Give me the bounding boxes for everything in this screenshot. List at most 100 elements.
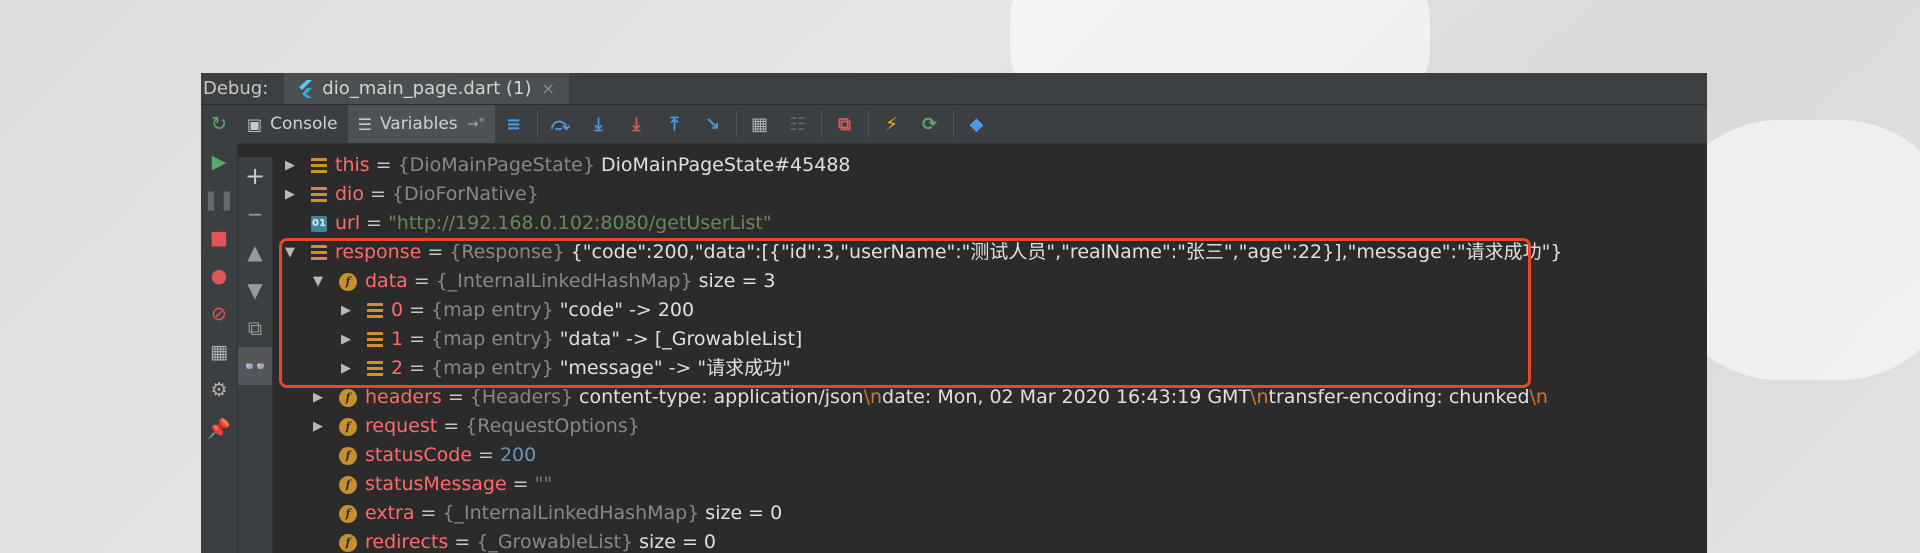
- expand-arrow-icon[interactable]: ▶: [339, 296, 353, 325]
- pin-tab-icon[interactable]: →": [468, 117, 485, 132]
- tree-row[interactable]: f extra = {_InternalLinkedHashMap} size …: [339, 499, 782, 528]
- var-value: DioMainPageState#45488: [600, 154, 851, 176]
- variables-icon: ☰: [357, 114, 372, 134]
- expand-arrow-icon[interactable]: ▶: [311, 383, 325, 412]
- var-name: headers: [365, 386, 442, 408]
- flutter-icon: [298, 79, 314, 98]
- file-tab[interactable]: dio_main_page.dart (1) ×: [284, 73, 569, 104]
- field-icon: f: [339, 533, 357, 552]
- hot-reload-icon[interactable]: ⚡: [873, 105, 911, 143]
- mute-breakpoints-icon[interactable]: ⊘: [201, 295, 237, 333]
- move-up-icon[interactable]: ▲: [238, 233, 272, 271]
- left-action-strip: ↻ ▶ ❚❚ ■ ● ⊘ ▦ ⚙ 📌: [201, 105, 238, 553]
- evaluate-expression-icon[interactable]: ▦: [741, 105, 779, 143]
- tree-row[interactable]: ▶ f headers = {Headers} content-type: ap…: [311, 383, 1548, 412]
- tab-console[interactable]: ▣ Console: [237, 105, 348, 143]
- tree-row[interactable]: ▶ this = {DioMainPageState} DioMainPageS…: [283, 151, 851, 180]
- show-execution-point-icon[interactable]: ≡: [495, 105, 533, 143]
- equals: =: [478, 444, 494, 466]
- rerun-icon[interactable]: ↻: [201, 105, 237, 143]
- equals: =: [420, 502, 437, 524]
- var-string-value: "": [534, 473, 553, 495]
- escape-sequence: \n: [1250, 386, 1269, 408]
- map-entry-icon: [367, 360, 383, 377]
- var-name: 1: [391, 328, 404, 350]
- var-name: 0: [391, 299, 404, 321]
- hot-restart-icon[interactable]: ⟳: [911, 105, 949, 143]
- tree-row[interactable]: ▶ dio = {DioForNative}: [283, 180, 545, 209]
- tree-row[interactable]: f redirects = {_GrowableList} size = 0: [339, 528, 716, 553]
- tree-row[interactable]: 01 url = "http://192.168.0.102:8080/getU…: [311, 209, 772, 238]
- var-name: data: [365, 270, 408, 292]
- escape-sequence: \n: [1529, 386, 1548, 408]
- debug-label: Debug:: [203, 78, 269, 99]
- collapse-arrow-icon[interactable]: ▼: [283, 238, 297, 267]
- debug-window: Debug: dio_main_page.dart (1) × ↻ ▶ ❚❚ ■…: [201, 73, 1707, 553]
- tab-console-label: Console: [270, 114, 338, 134]
- tab-variables[interactable]: ☰ Variables →": [347, 105, 495, 143]
- var-value-part: content-type: application/json: [579, 386, 864, 408]
- var-value: size = 3: [698, 270, 776, 292]
- add-watch-icon[interactable]: +: [238, 157, 272, 195]
- equals: =: [375, 154, 392, 176]
- var-name: url: [335, 212, 361, 234]
- var-type: {_InternalLinkedHashMap}: [435, 270, 693, 292]
- force-step-into-icon[interactable]: ⤓: [618, 105, 656, 143]
- dart-devtools-icon[interactable]: ◆: [958, 105, 996, 143]
- expand-arrow-icon[interactable]: ▶: [283, 180, 297, 209]
- expand-arrow-icon[interactable]: ▶: [339, 354, 353, 383]
- trace-icon[interactable]: ☷: [779, 105, 817, 143]
- step-over-icon[interactable]: ⤼: [542, 105, 580, 143]
- settings-icon[interactable]: ⚙: [201, 371, 237, 409]
- pin-icon[interactable]: 📌: [201, 409, 237, 447]
- escape-sequence: \n: [863, 386, 883, 408]
- run-to-cursor-icon[interactable]: ↘: [694, 105, 732, 143]
- toolbar-separator: [536, 111, 538, 137]
- equals: =: [409, 357, 426, 379]
- pause-icon[interactable]: ❚❚: [201, 181, 237, 219]
- tree-row[interactable]: f statusCode = 200: [339, 441, 536, 470]
- tree-row[interactable]: ▶ 2 = {map entry} "message" -> "请求成功": [339, 354, 791, 383]
- stop-icon[interactable]: ■: [201, 219, 237, 257]
- expand-arrow-icon[interactable]: ▶: [311, 412, 325, 441]
- var-name: extra: [365, 502, 415, 524]
- var-name: redirects: [365, 531, 449, 553]
- map-entry-icon: [367, 331, 383, 348]
- var-number-value: 200: [499, 444, 537, 466]
- remove-watch-icon[interactable]: −: [238, 195, 272, 233]
- drop-frame-icon[interactable]: ⧉: [826, 105, 864, 143]
- tree-row[interactable]: ▼ f data = {_InternalLinkedHashMap} size…: [311, 267, 776, 296]
- equals: =: [443, 415, 460, 437]
- close-icon[interactable]: ×: [542, 79, 555, 98]
- var-name: response: [335, 241, 422, 263]
- tree-row[interactable]: ▶ 0 = {map entry} "code" -> 200: [339, 296, 694, 325]
- var-type: {DioForNative}: [391, 183, 539, 205]
- var-name: statusCode: [365, 444, 473, 466]
- tree-row[interactable]: ▶ 1 = {map entry} "data" -> [_GrowableLi…: [339, 325, 802, 354]
- step-into-icon[interactable]: ⤓: [580, 105, 618, 143]
- expand-arrow-icon[interactable]: ▶: [339, 325, 353, 354]
- field-icon: f: [339, 388, 357, 407]
- step-out-icon[interactable]: ⤒: [656, 105, 694, 143]
- var-name: this: [335, 154, 370, 176]
- tree-row[interactable]: ▼ response = {Response} {"code":200,"dat…: [283, 238, 1562, 267]
- var-value: "code" -> 200: [559, 299, 695, 321]
- move-down-icon[interactable]: ▼: [238, 271, 272, 309]
- equals: =: [427, 241, 444, 263]
- show-watches-icon[interactable]: 👓: [238, 347, 272, 385]
- tree-row[interactable]: f statusMessage = "": [339, 470, 552, 499]
- debug-toolbar: ▣ Console ☰ Variables →" ≡ ⤼ ⤓ ⤓ ⤒ ↘ ▦ ☷…: [237, 105, 1707, 144]
- collapse-arrow-icon[interactable]: ▼: [311, 267, 325, 296]
- resume-icon[interactable]: ▶: [201, 143, 237, 181]
- object-icon: [311, 157, 327, 174]
- var-type: {map entry}: [431, 357, 554, 379]
- expand-arrow-icon[interactable]: ▶: [283, 151, 297, 180]
- view-breakpoints-icon[interactable]: ●: [201, 257, 237, 295]
- file-tab-label: dio_main_page.dart (1): [322, 78, 532, 99]
- duplicate-watch-icon[interactable]: ⧉: [238, 309, 272, 347]
- field-icon: f: [339, 475, 357, 494]
- layout-icon[interactable]: ▦: [201, 333, 237, 371]
- tree-row[interactable]: ▶ f request = {RequestOptions}: [311, 412, 646, 441]
- var-value: size = 0: [639, 531, 717, 553]
- var-type: {DioMainPageState}: [397, 154, 595, 176]
